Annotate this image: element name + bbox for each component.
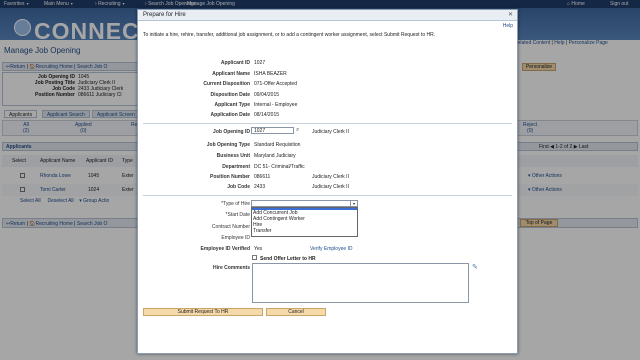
spellcheck-icon[interactable]: ✎ (472, 263, 478, 271)
department-label: Department (222, 164, 250, 170)
job-code-description: Judiciary Clerk II (312, 184, 349, 190)
cancel-button[interactable]: Cancel (266, 308, 326, 316)
position-number-label: Position Number (209, 174, 250, 180)
hire-comments-label: Hire Comments (213, 265, 250, 271)
job-opening-description: Judiciary Clerk II (312, 129, 349, 135)
current-disposition-value: 071-Offer Accepted (254, 81, 297, 87)
job-opening-id-input[interactable]: 1027 (251, 127, 294, 134)
dialog-header: Prepare for Hire ✕ (138, 10, 517, 21)
submit-request-button[interactable]: Submit Request To HR (143, 308, 263, 316)
business-unit-value: Maryland Judiciary (254, 153, 296, 159)
job-code-label: Job Code (227, 184, 250, 190)
job-opening-id-label: Job Opening ID (213, 129, 250, 135)
divider (143, 195, 512, 196)
close-icon[interactable]: ✕ (508, 11, 513, 18)
type-of-hire-label: *Type of Hire (221, 201, 250, 207)
dialog-instructions: To initiate a hire, rehire, transfer, ad… (143, 32, 436, 38)
verify-employee-id-link[interactable]: Verify Employee ID (310, 246, 353, 252)
job-code-value: 2433 (254, 184, 266, 190)
divider (143, 123, 512, 124)
type-of-hire-options: Add Concurrent Job Add Contingent Worker… (251, 207, 358, 237)
job-opening-type-label: Job Opening Type (206, 142, 250, 148)
start-date-label: *Start Date (225, 212, 250, 218)
business-unit-label: Business Unit (216, 153, 250, 159)
lookup-icon[interactable]: ⌕ (296, 127, 299, 134)
disposition-date-label: Disposition Date (210, 92, 250, 98)
dialog-title: Prepare for Hire (143, 12, 186, 18)
employee-id-verified-value: Yes (254, 246, 263, 252)
application-date-label: Application Date (210, 112, 250, 118)
dialog-help-link[interactable]: Help (503, 23, 513, 29)
applicant-id-label: Applicant ID (220, 60, 250, 66)
applicant-id-value: 1027 (254, 60, 266, 66)
current-disposition-label: Current Disposition (203, 81, 250, 87)
job-opening-type-value: Standard Requisition (254, 142, 301, 148)
applicant-type-label: Applicant Type (214, 102, 250, 108)
application-date-value: 08/14/2015 (254, 112, 280, 118)
hire-comments-textarea[interactable] (252, 263, 469, 303)
prepare-for-hire-dialog: Prepare for Hire ✕ Help To initiate a hi… (137, 9, 518, 354)
applicant-name-label: Applicant Name (212, 71, 250, 77)
disposition-date-value: 09/04/2015 (254, 92, 280, 98)
send-offer-label: Send Offer Letter to HR (260, 256, 316, 262)
option-transfer[interactable]: Transfer (252, 228, 357, 234)
type-of-hire-select[interactable]: ▾ (251, 200, 358, 207)
applicant-name-value: ISHA BEAZER (254, 71, 287, 77)
position-description: Judiciary Clerk II (312, 174, 349, 180)
department-value: DC 51- Criminal/Traffic (254, 164, 305, 170)
send-offer-checkbox[interactable] (252, 255, 257, 260)
employee-id-verified-label: Employee ID Verified (200, 246, 250, 252)
contract-number-label: Contract Number (211, 224, 250, 230)
applicant-type-value: Internal - Employee (254, 102, 298, 108)
position-number-value: 086611 (254, 174, 271, 180)
chevron-down-icon[interactable]: ▾ (350, 201, 357, 206)
employee-id-label: Employee ID (221, 235, 250, 241)
